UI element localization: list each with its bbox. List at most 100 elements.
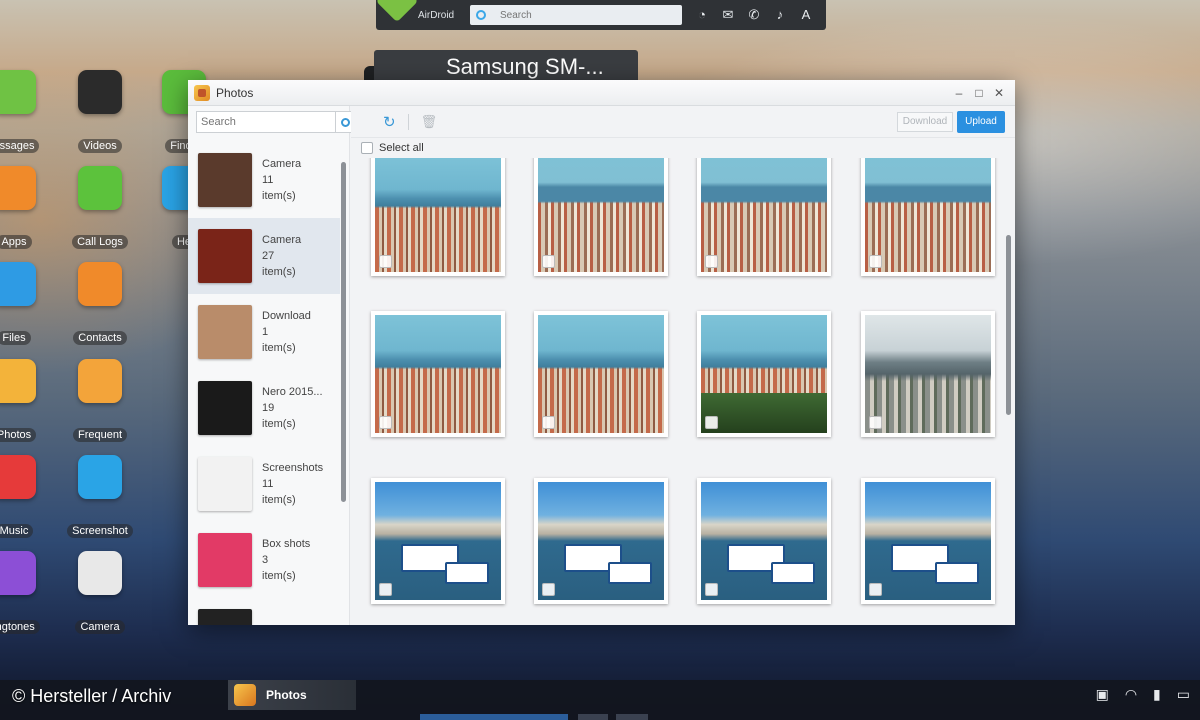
album-scrollbar[interactable] bbox=[341, 162, 346, 502]
photo-image bbox=[538, 315, 664, 433]
album-meta: Nero 2015... 19 item(s) bbox=[262, 384, 323, 432]
crop-icon bbox=[78, 455, 122, 499]
frequent-icon bbox=[78, 359, 122, 403]
photo-image bbox=[375, 482, 501, 600]
desktop-app[interactable]: Music bbox=[0, 455, 56, 539]
photo-checkbox[interactable] bbox=[705, 416, 718, 429]
phone-icon[interactable]: ✆ bbox=[744, 6, 764, 24]
photo-tile[interactable] bbox=[371, 478, 505, 604]
download-button[interactable]: Download bbox=[897, 111, 953, 132]
photo-checkbox[interactable] bbox=[705, 255, 718, 268]
desktop-app[interactable]: Camera bbox=[58, 551, 142, 635]
desktop-app[interactable]: Screenshot bbox=[58, 455, 142, 539]
album-item[interactable]: Logo bbox=[188, 598, 340, 625]
top-search-input[interactable] bbox=[500, 9, 660, 21]
album-item[interactable]: Box shots 3 item(s) bbox=[188, 522, 340, 598]
photo-checkbox[interactable] bbox=[379, 416, 392, 429]
taskbar-photos-button[interactable]: Photos bbox=[228, 680, 356, 710]
select-all-label: Select all bbox=[379, 142, 424, 154]
photo-checkbox[interactable] bbox=[542, 255, 555, 268]
photo-tile[interactable] bbox=[697, 158, 831, 276]
album-list: Camera 11 item(s) Camera 27 item(s) Download 1 i… bbox=[188, 142, 340, 625]
album-unit: item(s) bbox=[262, 266, 296, 278]
photo-tile[interactable] bbox=[861, 478, 995, 604]
photo-tile[interactable] bbox=[371, 158, 505, 276]
album-name: Screenshots bbox=[262, 462, 324, 474]
album-unit: item(s) bbox=[262, 570, 296, 582]
album-count: 1 bbox=[262, 326, 269, 338]
photo-tile[interactable] bbox=[697, 311, 831, 437]
trees-shape bbox=[701, 393, 827, 433]
taskbar-strip bbox=[616, 714, 648, 720]
album-search-input[interactable] bbox=[196, 111, 336, 133]
album-name: Box shots bbox=[262, 538, 311, 550]
wifi-icon[interactable]: ◠ bbox=[1125, 686, 1137, 703]
photo-checkbox[interactable] bbox=[542, 416, 555, 429]
battery-icon[interactable]: ▭ bbox=[1177, 686, 1190, 703]
photo-scrollbar[interactable] bbox=[1006, 235, 1011, 415]
desktop-app[interactable]: Photos bbox=[0, 359, 56, 443]
desktop-app-label: Contacts bbox=[73, 331, 127, 345]
airdroid-logo-icon bbox=[376, 0, 422, 30]
album-meta: Screenshots 11 item(s) bbox=[262, 460, 323, 508]
album-name: Camera bbox=[262, 234, 302, 246]
photo-tile[interactable] bbox=[534, 158, 668, 276]
album-count: 11 bbox=[262, 174, 274, 186]
album-name: Download bbox=[262, 310, 311, 322]
refresh-icon[interactable]: ↻ bbox=[383, 113, 396, 131]
album-item[interactable]: Download 1 item(s) bbox=[188, 294, 340, 370]
photo-checkbox[interactable] bbox=[869, 255, 882, 268]
album-thumbnail bbox=[198, 153, 252, 207]
photo-checkbox[interactable] bbox=[705, 583, 718, 596]
album-item[interactable]: Camera 27 item(s) bbox=[188, 218, 340, 294]
font-icon[interactable]: A bbox=[796, 6, 816, 24]
desktop-app[interactable]: Files bbox=[0, 262, 56, 346]
speaker-icon bbox=[0, 551, 36, 595]
mail-icon[interactable]: ✉ bbox=[718, 6, 738, 24]
desktop-app[interactable]: Frequent bbox=[58, 359, 142, 443]
window-titlebar[interactable]: Photos – □ ✕ bbox=[188, 80, 1015, 106]
photo-tile[interactable] bbox=[697, 478, 831, 604]
photo-tile[interactable] bbox=[534, 478, 668, 604]
photo-image bbox=[538, 482, 664, 600]
photo-tile[interactable] bbox=[534, 311, 668, 437]
desktop-app-label: Camera bbox=[75, 620, 125, 634]
desktop-app[interactable]: ingtones bbox=[0, 551, 56, 635]
album-item[interactable]: Nero 2015... 19 item(s) bbox=[188, 370, 340, 446]
bell-icon[interactable]: ♪ bbox=[770, 6, 790, 24]
signal-icon[interactable]: ▮ bbox=[1153, 686, 1161, 703]
desktop-app-label: Call Logs bbox=[72, 235, 128, 249]
desktop-app-label: Apps bbox=[0, 235, 32, 249]
desktop-app[interactable]: Apps bbox=[0, 166, 56, 250]
photo-image bbox=[375, 158, 501, 272]
top-search-box[interactable] bbox=[470, 5, 682, 25]
upload-button[interactable]: Upload bbox=[957, 110, 1005, 133]
album-item[interactable]: Camera 11 item(s) bbox=[188, 142, 340, 218]
album-item[interactable]: Screenshots 11 item(s) bbox=[188, 446, 340, 522]
minimize-icon[interactable]: – bbox=[953, 86, 965, 100]
maximize-icon[interactable]: □ bbox=[973, 86, 985, 100]
photo-checkbox[interactable] bbox=[379, 255, 392, 268]
desktop-app[interactable]: Call Logs bbox=[58, 166, 142, 250]
close-icon[interactable]: ✕ bbox=[993, 86, 1005, 100]
gauge-icon[interactable]: ◔ bbox=[692, 6, 712, 24]
monitor-icon[interactable]: ▣ bbox=[1096, 686, 1109, 703]
desktop-app-label: ingtones bbox=[0, 620, 40, 634]
photo-tile[interactable] bbox=[861, 311, 995, 437]
photo-checkbox[interactable] bbox=[542, 583, 555, 596]
photo-tile[interactable] bbox=[861, 158, 995, 276]
boat-shape bbox=[935, 562, 979, 584]
desktop-app[interactable]: Contacts bbox=[58, 262, 142, 346]
album-thumbnail bbox=[198, 381, 252, 435]
select-all-checkbox[interactable] bbox=[361, 142, 373, 154]
photo-checkbox[interactable] bbox=[869, 583, 882, 596]
album-thumbnail bbox=[198, 229, 252, 283]
desktop-app[interactable]: Videos bbox=[58, 70, 142, 154]
photo-checkbox[interactable] bbox=[869, 416, 882, 429]
photo-tile[interactable] bbox=[371, 311, 505, 437]
album-unit: item(s) bbox=[262, 418, 296, 430]
trash-icon[interactable]: 🗑 bbox=[421, 114, 438, 130]
desktop-app[interactable]: essages bbox=[0, 70, 56, 154]
photo-checkbox[interactable] bbox=[379, 583, 392, 596]
boat-shape bbox=[608, 562, 652, 584]
